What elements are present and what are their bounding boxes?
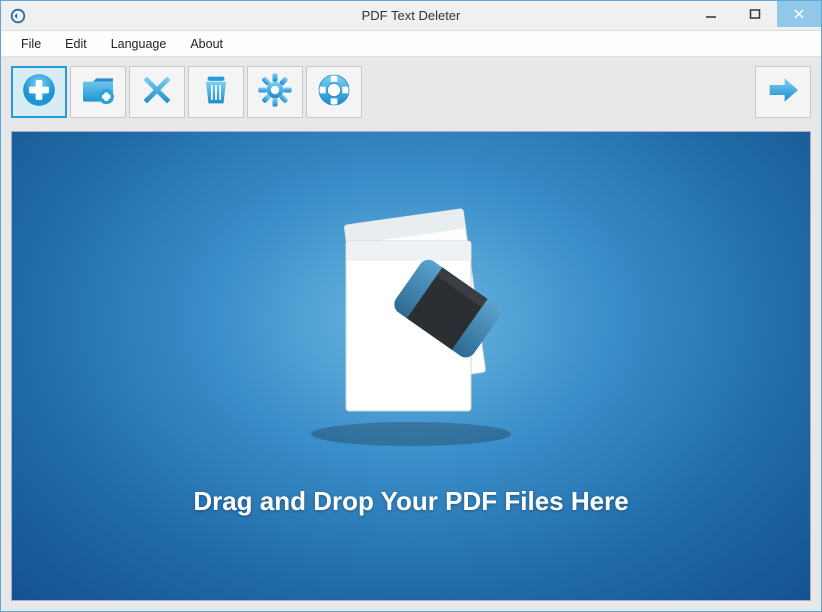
menu-about[interactable]: About (178, 33, 235, 55)
drop-area[interactable]: Drag and Drop Your PDF Files Here (11, 131, 811, 601)
clear-button[interactable] (188, 66, 244, 118)
maximize-button[interactable] (733, 1, 777, 27)
x-icon (137, 70, 177, 115)
app-icon (9, 7, 27, 25)
window-title: PDF Text Deleter (362, 8, 461, 23)
lifebuoy-icon (314, 70, 354, 115)
minimize-button[interactable] (689, 1, 733, 27)
folder-plus-icon (78, 70, 118, 115)
add-file-button[interactable] (11, 66, 67, 118)
trash-icon (196, 70, 236, 115)
documents-eraser-icon (271, 186, 551, 466)
start-button[interactable] (755, 66, 811, 118)
window-controls (689, 1, 821, 31)
close-button[interactable] (777, 1, 821, 27)
add-folder-button[interactable] (70, 66, 126, 118)
toolbar (1, 57, 821, 127)
help-button[interactable] (306, 66, 362, 118)
remove-button[interactable] (129, 66, 185, 118)
drop-area-text: Drag and Drop Your PDF Files Here (193, 486, 628, 517)
menubar: File Edit Language About (1, 31, 821, 57)
menu-file[interactable]: File (9, 33, 53, 55)
menu-language[interactable]: Language (99, 33, 179, 55)
plus-circle-icon (19, 70, 59, 115)
menu-edit[interactable]: Edit (53, 33, 99, 55)
titlebar: PDF Text Deleter (1, 1, 821, 31)
gear-icon (255, 70, 295, 115)
settings-button[interactable] (247, 66, 303, 118)
arrow-right-icon (763, 70, 803, 115)
